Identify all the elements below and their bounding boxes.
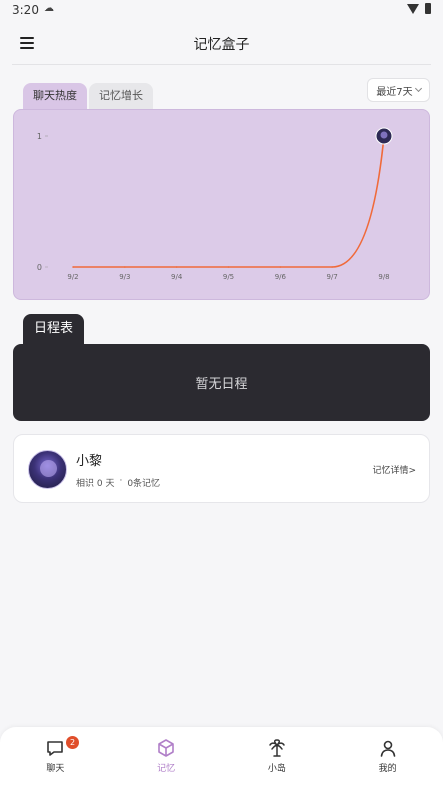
x-tick-label: 9/6 <box>275 273 287 281</box>
days-known: 相识 0 天 <box>76 479 115 489</box>
x-tick-label: 9/8 <box>378 273 389 281</box>
chevron-down-icon <box>414 84 422 93</box>
nav-label-island: 小岛 <box>267 764 286 774</box>
x-tick-label: 9/2 <box>67 273 78 281</box>
schedule-card: 暂无日程 <box>13 344 430 421</box>
schedule-empty-text: 暂无日程 <box>195 377 248 392</box>
range-select[interactable]: 最近7天 <box>367 78 430 102</box>
companion-name: 小黎 <box>76 454 103 469</box>
line-chart: 1 0 9/2 9/3 9/4 9/5 9/6 9/7 9/8 <box>37 127 393 281</box>
chart-card: 1 0 9/2 9/3 9/4 9/5 9/6 9/7 9/8 <box>13 109 430 300</box>
data-point <box>175 266 178 268</box>
y-tick-label: 1 <box>37 132 42 141</box>
x-tick-label: 9/3 <box>119 273 130 281</box>
data-point <box>72 266 74 268</box>
chart-tabs: 聊天热度 记忆增长 <box>23 83 153 109</box>
top-bar: 记忆盒子 <box>0 26 443 64</box>
page-title: 记忆盒子 <box>193 37 250 53</box>
nav-label-chat: 聊天 <box>46 764 65 774</box>
x-tick-label: 9/5 <box>223 273 234 281</box>
meta-separator: · <box>119 476 123 486</box>
unread-badge: 2 <box>66 736 79 749</box>
data-point <box>279 266 282 268</box>
memory-count: 0条记忆 <box>127 479 161 489</box>
tab-memory-growth[interactable]: 记忆增长 <box>89 83 153 109</box>
bottom-nav: 2 聊天 记忆 小岛 我的 <box>0 727 443 789</box>
series-line <box>73 135 385 268</box>
header-divider <box>12 64 431 65</box>
tab-chat-heat[interactable]: 聊天热度 <box>23 83 87 109</box>
endpoint-avatar-face <box>380 131 388 139</box>
status-icons <box>407 3 431 14</box>
schedule-tab: 日程表 <box>23 314 84 346</box>
nav-item-chat[interactable]: 2 聊天 <box>0 727 111 789</box>
data-point <box>124 266 126 268</box>
nav-item-island[interactable]: 小岛 <box>222 727 333 789</box>
nav-item-profile[interactable]: 我的 <box>332 727 443 789</box>
battery-icon <box>425 3 431 14</box>
x-tick-label: 9/7 <box>327 273 338 281</box>
memory-meta: 相识 0 天 · 0条记忆 <box>76 476 160 489</box>
user-icon <box>380 740 395 757</box>
range-select-value: 最近7天 <box>376 86 413 98</box>
wifi-icon <box>407 3 419 14</box>
data-point <box>331 266 333 268</box>
data-point <box>227 266 230 268</box>
nav-label-memory: 记忆 <box>157 764 176 774</box>
palm-tree-icon <box>269 739 285 757</box>
box-icon <box>158 739 174 757</box>
status-bar: 3:20 ☁ <box>0 0 443 20</box>
chat-icon <box>47 741 64 756</box>
memory-details-link[interactable]: 记忆详情> <box>372 463 416 476</box>
cloud-icon: ☁ <box>44 3 54 14</box>
status-time: 3:20 <box>12 3 39 17</box>
memory-card[interactable]: 小黎 相识 0 天 · 0条记忆 记忆详情> <box>13 434 430 503</box>
nav-item-memory[interactable]: 记忆 <box>111 727 222 789</box>
y-tick-label: 0 <box>37 263 42 272</box>
x-tick-label: 9/4 <box>171 273 183 281</box>
avatar <box>28 450 67 489</box>
nav-label-profile: 我的 <box>378 764 397 774</box>
